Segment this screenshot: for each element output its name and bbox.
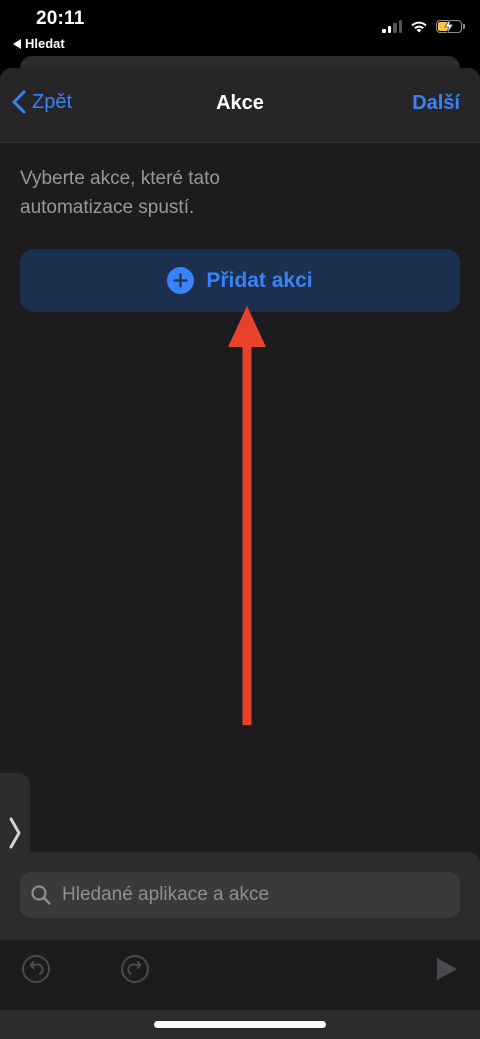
- editor-toolbar: [0, 940, 480, 1010]
- search-icon: [31, 885, 51, 905]
- search-bar[interactable]: [20, 872, 460, 918]
- wifi-icon: [411, 21, 427, 33]
- plus-circle-icon: [167, 267, 195, 294]
- home-indicator[interactable]: [154, 1021, 326, 1028]
- navigation-bar: Zpět Akce Další: [0, 68, 480, 143]
- play-icon[interactable]: [431, 954, 461, 984]
- status-icons: [382, 19, 465, 33]
- screen: 20:11 Hledat Zpět Akce Další Vyberte akc…: [0, 0, 480, 1039]
- search-input[interactable]: [60, 883, 444, 907]
- undo-icon[interactable]: [21, 954, 51, 984]
- next-button[interactable]: Další: [412, 92, 460, 115]
- add-action-label: Přidat akci: [206, 268, 313, 292]
- status-time: 20:11: [36, 8, 85, 29]
- battery-icon: [436, 19, 465, 33]
- action-search-panel: [0, 852, 480, 1039]
- back-to-app-link[interactable]: Hledat: [13, 36, 65, 51]
- redo-icon[interactable]: [120, 954, 150, 984]
- chevron-right-icon: [9, 817, 21, 849]
- page-title: Akce: [216, 92, 264, 114]
- back-to-app-label: Hledat: [25, 36, 65, 51]
- add-action-button[interactable]: Přidat akci: [20, 249, 460, 312]
- cellular-signal-icon: [382, 20, 402, 33]
- back-triangle-icon: [13, 38, 21, 49]
- charging-bolt-icon: [444, 19, 454, 33]
- instruction-text: Vyberte akce, které tato automatizace sp…: [20, 168, 220, 218]
- status-bar: 20:11 Hledat: [0, 0, 480, 56]
